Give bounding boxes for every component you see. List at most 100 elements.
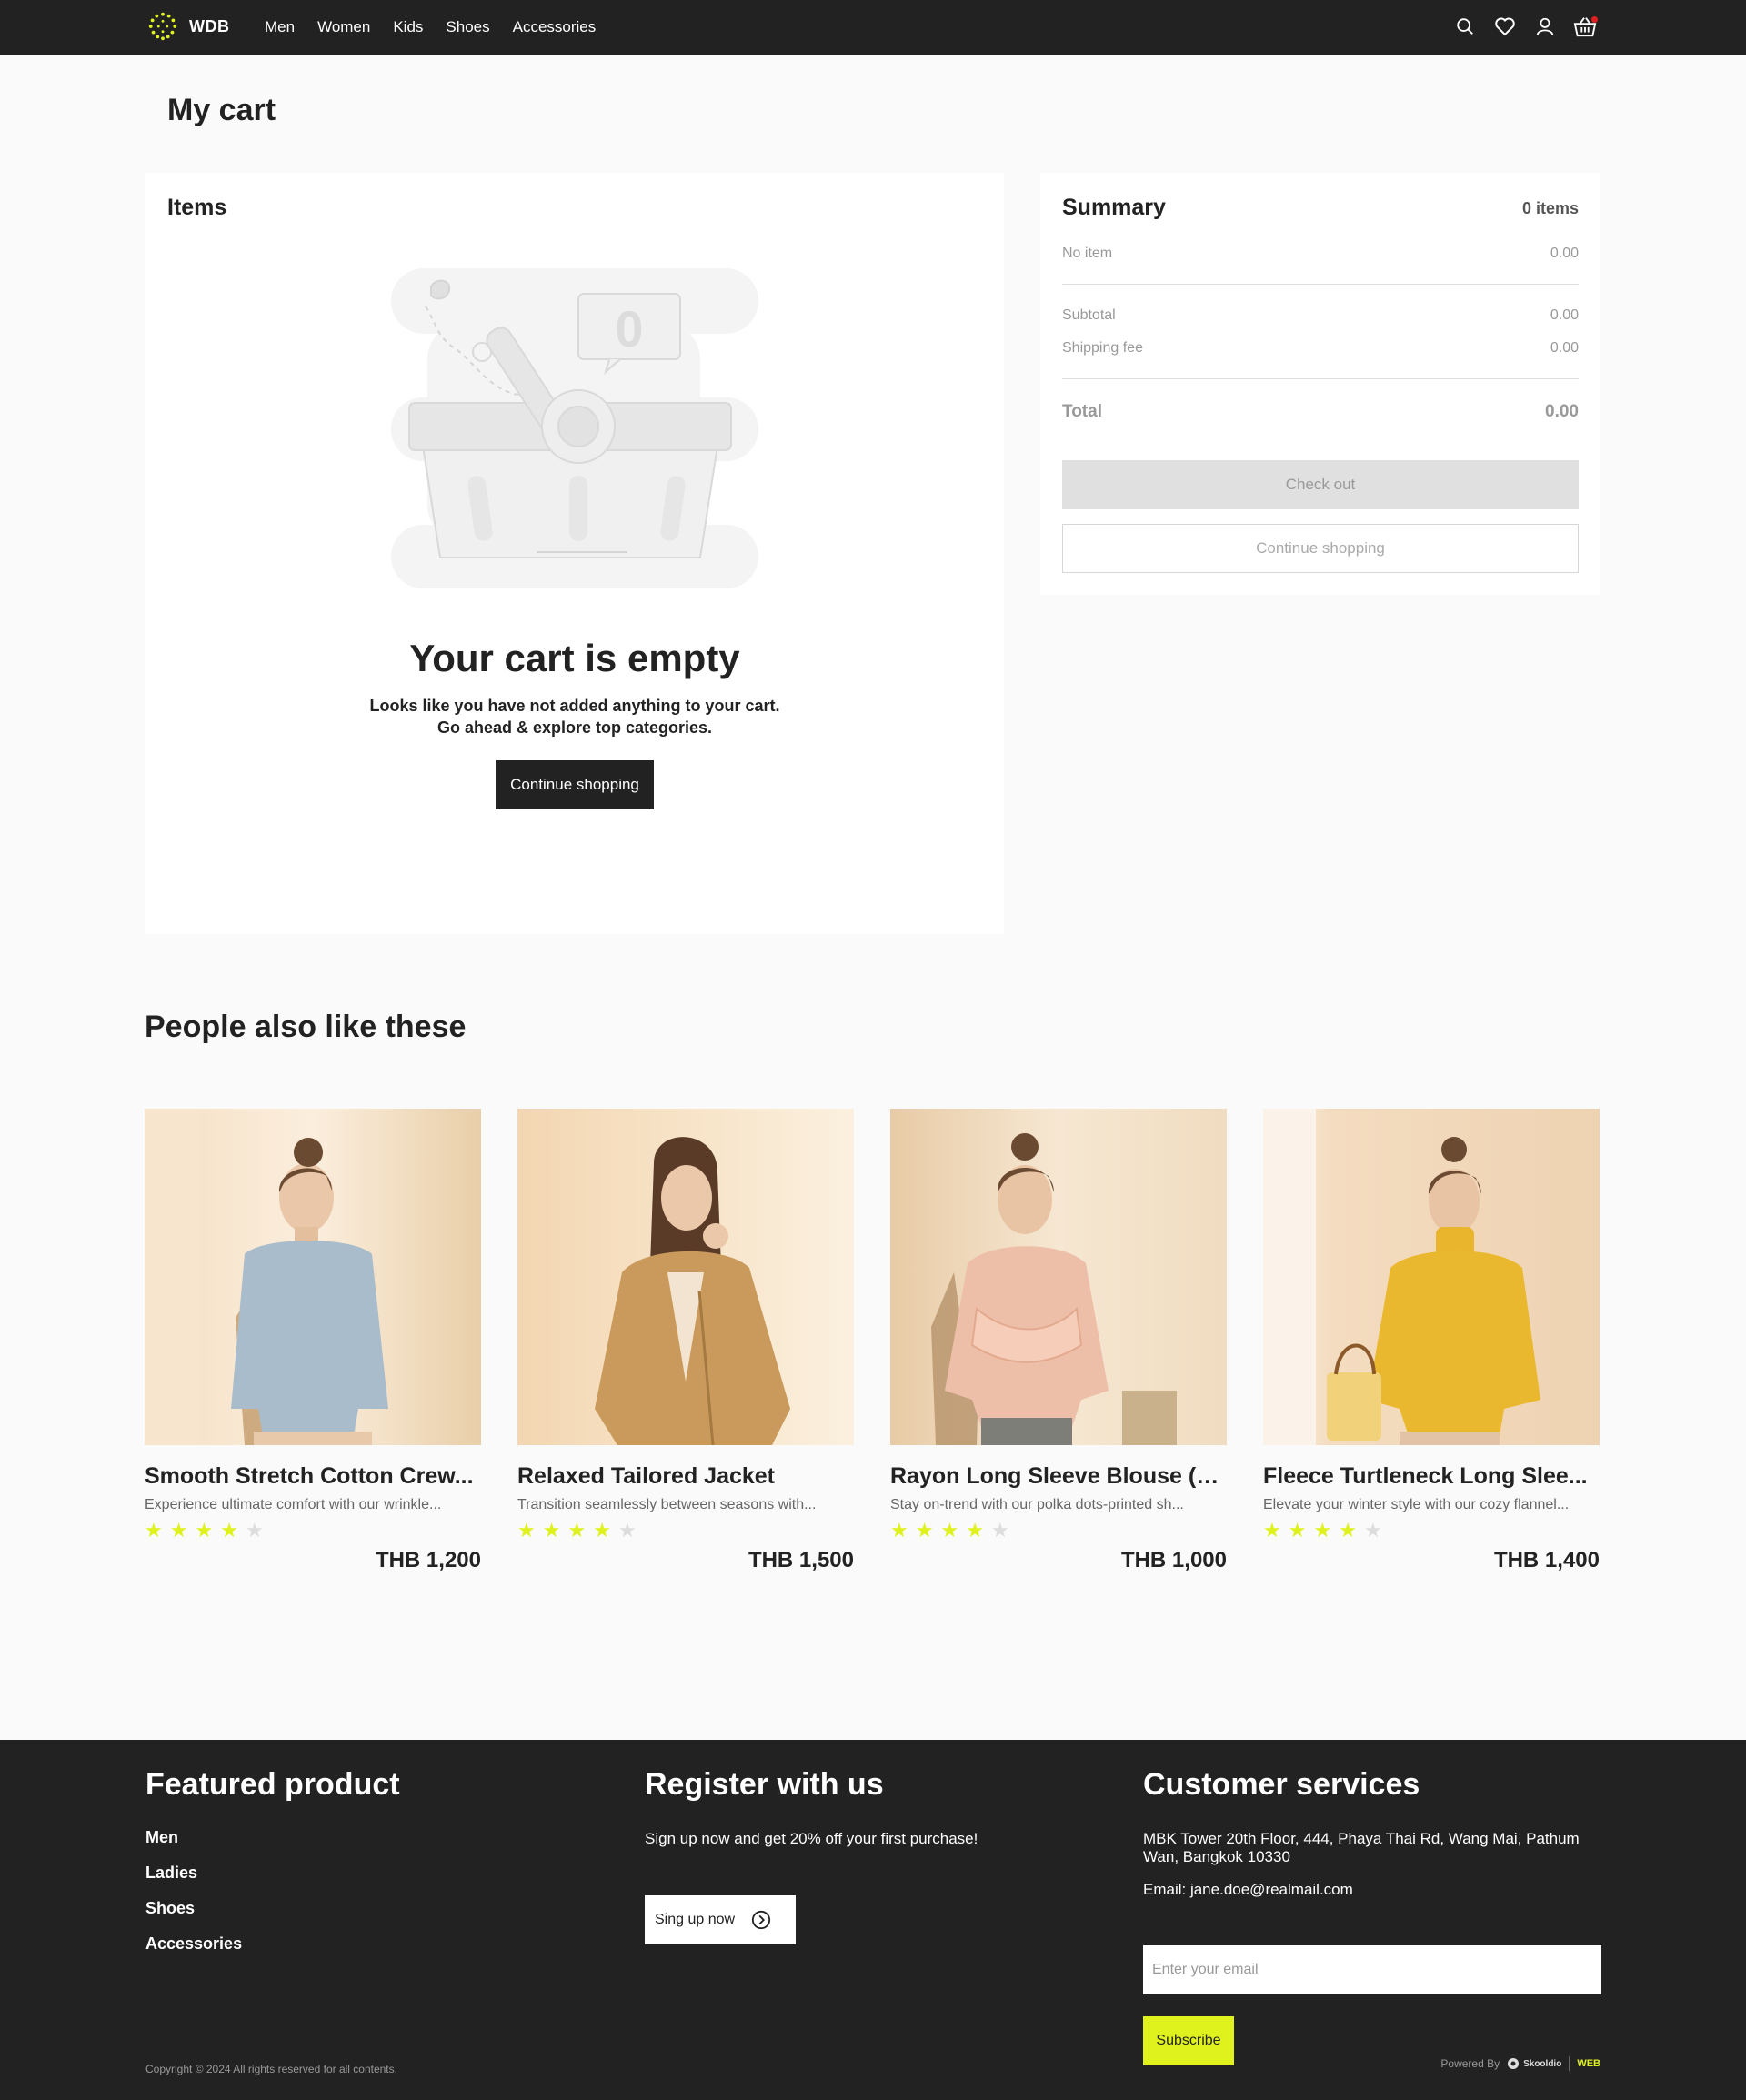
star-icon: ★ (990, 1519, 1009, 1542)
product-price: THB 1,000 (1120, 1548, 1227, 1572)
customer-services-heading: Customer services (1143, 1767, 1420, 1802)
recommendations-heading: People also like these (145, 1010, 467, 1044)
product-name[interactable]: Relaxed Tailored Jacket (517, 1463, 854, 1490)
summary-continue-shopping-button[interactable]: Continue shopping (1062, 524, 1579, 573)
subtotal-label: Subtotal (1062, 307, 1116, 323)
star-icon: ★ (1263, 1519, 1281, 1542)
register-column: Register with us Sign up now and get 20%… (645, 1767, 1008, 1967)
product-image[interactable] (145, 1109, 481, 1445)
empty-badge-count: 0 (615, 300, 643, 357)
newsletter-email-input[interactable] (1143, 1945, 1601, 1994)
basket-icon[interactable] (1573, 13, 1598, 40)
menu-item-men[interactable]: Men (265, 18, 295, 36)
summary-subtotal-row: Subtotal 0.00 (1062, 307, 1579, 324)
star-icon: ★ (542, 1519, 561, 1542)
brand-logo[interactable]: WDB (146, 9, 230, 44)
register-text: Sign up now and get 20% off your first p… (645, 1830, 978, 1847)
summary-divider (1062, 284, 1579, 285)
cart-notification-dot (1591, 16, 1598, 23)
product-image[interactable] (890, 1109, 1227, 1445)
company-email: Email: jane.doe@realmail.com (1143, 1881, 1353, 1898)
star-icon: ★ (517, 1519, 536, 1542)
star-icon: ★ (220, 1519, 238, 1542)
featured-links: Men Ladies Shoes Accessories (146, 1828, 400, 1954)
empty-cart-description: Looks like you have not added anything t… (146, 695, 1004, 739)
star-icon: ★ (1313, 1519, 1332, 1542)
star-icon: ★ (567, 1519, 587, 1542)
star-icon: ★ (145, 1519, 163, 1542)
star-icon: ★ (169, 1519, 188, 1542)
footer-link-accessories[interactable]: Accessories (146, 1934, 400, 1954)
cart-items-panel: Items 0 Your cart is empty Looks like yo… (146, 173, 1004, 934)
star-icon: ★ (1339, 1519, 1357, 1542)
product-image[interactable] (1263, 1109, 1600, 1445)
summary-total-row: Total 0.00 (1062, 402, 1579, 422)
star-icon: ★ (940, 1519, 959, 1542)
heart-icon[interactable] (1493, 13, 1517, 40)
product-name[interactable]: Smooth Stretch Cotton Crew... (145, 1463, 481, 1490)
page-title: My cart (167, 93, 276, 127)
product-image[interactable] (517, 1109, 854, 1446)
product-price: THB 1,200 (375, 1548, 481, 1572)
empty-cart-title: Your cart is empty (409, 637, 740, 679)
skooldio-logo-icon (1508, 2058, 1520, 2069)
product-price: THB 1,400 (1493, 1548, 1600, 1572)
continue-shopping-button[interactable]: Continue shopping (496, 760, 654, 809)
star-icon: ★ (1288, 1519, 1307, 1542)
main-menu: Men Women Kids Shoes Accessories (265, 0, 596, 55)
site-footer: Featured product Men Ladies Shoes Access… (0, 1740, 1746, 2100)
product-rating: ★ ★ ★ ★ ★ (517, 1521, 854, 1541)
product-description: Stay on-trend with our polka dots-printe… (890, 1497, 1184, 1512)
product-card[interactable]: Smooth Stretch Cotton Crew... Experience… (145, 1109, 481, 1573)
web-bootcamp-logo: WEB (1577, 2057, 1600, 2069)
search-icon[interactable] (1453, 13, 1477, 40)
empty-cart-line-1: Looks like you have not added anything t… (369, 697, 780, 715)
menu-item-kids[interactable]: Kids (393, 18, 423, 36)
product-name[interactable]: Fleece Turtleneck Long Slee... (1263, 1463, 1600, 1490)
summary-item-count: 0 items (1521, 199, 1579, 217)
copyright-text: Copyright © 2024 All rights reserved for… (146, 2063, 397, 2075)
featured-product-heading: Featured product (146, 1767, 400, 1802)
product-card[interactable]: Relaxed Tailored Jacket Transition seaml… (517, 1109, 854, 1573)
items-heading: Items (167, 195, 227, 220)
star-icon: ★ (245, 1519, 264, 1542)
arrow-right-circle-icon (751, 1910, 771, 1930)
menu-item-women[interactable]: Women (317, 18, 370, 36)
empty-basket-illustration: 0 (391, 268, 758, 588)
register-heading: Register with us (645, 1767, 884, 1802)
checkout-button[interactable]: Check out (1062, 460, 1579, 509)
summary-shipping-row: Shipping fee 0.00 (1062, 340, 1579, 357)
footer-link-ladies[interactable]: Ladies (146, 1864, 400, 1883)
star-icon: ★ (915, 1519, 934, 1542)
star-icon: ★ (195, 1519, 214, 1542)
star-icon: ★ (890, 1519, 908, 1542)
shipping-label: Shipping fee (1062, 340, 1143, 356)
user-icon[interactable] (1533, 13, 1557, 40)
star-icon: ★ (593, 1519, 611, 1542)
order-summary-panel: Summary 0 items No item 0.00 Subtotal 0.… (1040, 173, 1600, 595)
product-description: Elevate your winter style with our cozy … (1263, 1497, 1570, 1512)
product-price: THB 1,500 (748, 1548, 854, 1572)
subscribe-button[interactable]: Subscribe (1143, 2016, 1234, 2065)
star-icon: ★ (966, 1519, 984, 1542)
product-card[interactable]: Rayon Long Sleeve Blouse (P... Stay on-t… (890, 1109, 1227, 1573)
customer-services-column: Customer services MBK Tower 20th Floor, … (1143, 1767, 1601, 2076)
star-icon: ★ (1363, 1519, 1382, 1542)
footer-link-men[interactable]: Men (146, 1828, 400, 1847)
product-description: Experience ultimate comfort with our wri… (145, 1497, 442, 1512)
no-item-label: No item (1062, 246, 1113, 261)
summary-no-item-row: No item 0.00 (1062, 246, 1579, 262)
footer-link-shoes[interactable]: Shoes (146, 1899, 400, 1918)
brand-name: WDB (189, 16, 230, 35)
product-name[interactable]: Rayon Long Sleeve Blouse (P... (890, 1463, 1227, 1490)
sign-up-button[interactable]: Sing up now (645, 1895, 796, 1944)
nav-actions (1453, 13, 1598, 40)
featured-product-column: Featured product Men Ladies Shoes Access… (146, 1767, 400, 1954)
menu-item-accessories[interactable]: Accessories (513, 18, 597, 36)
summary-divider (1062, 378, 1579, 379)
menu-item-shoes[interactable]: Shoes (446, 18, 489, 36)
star-icon: ★ (617, 1519, 637, 1542)
logo-divider (1569, 2056, 1570, 2071)
product-rating: ★ ★ ★ ★ ★ (1263, 1521, 1600, 1541)
product-card[interactable]: Fleece Turtleneck Long Slee... Elevate y… (1263, 1109, 1600, 1573)
